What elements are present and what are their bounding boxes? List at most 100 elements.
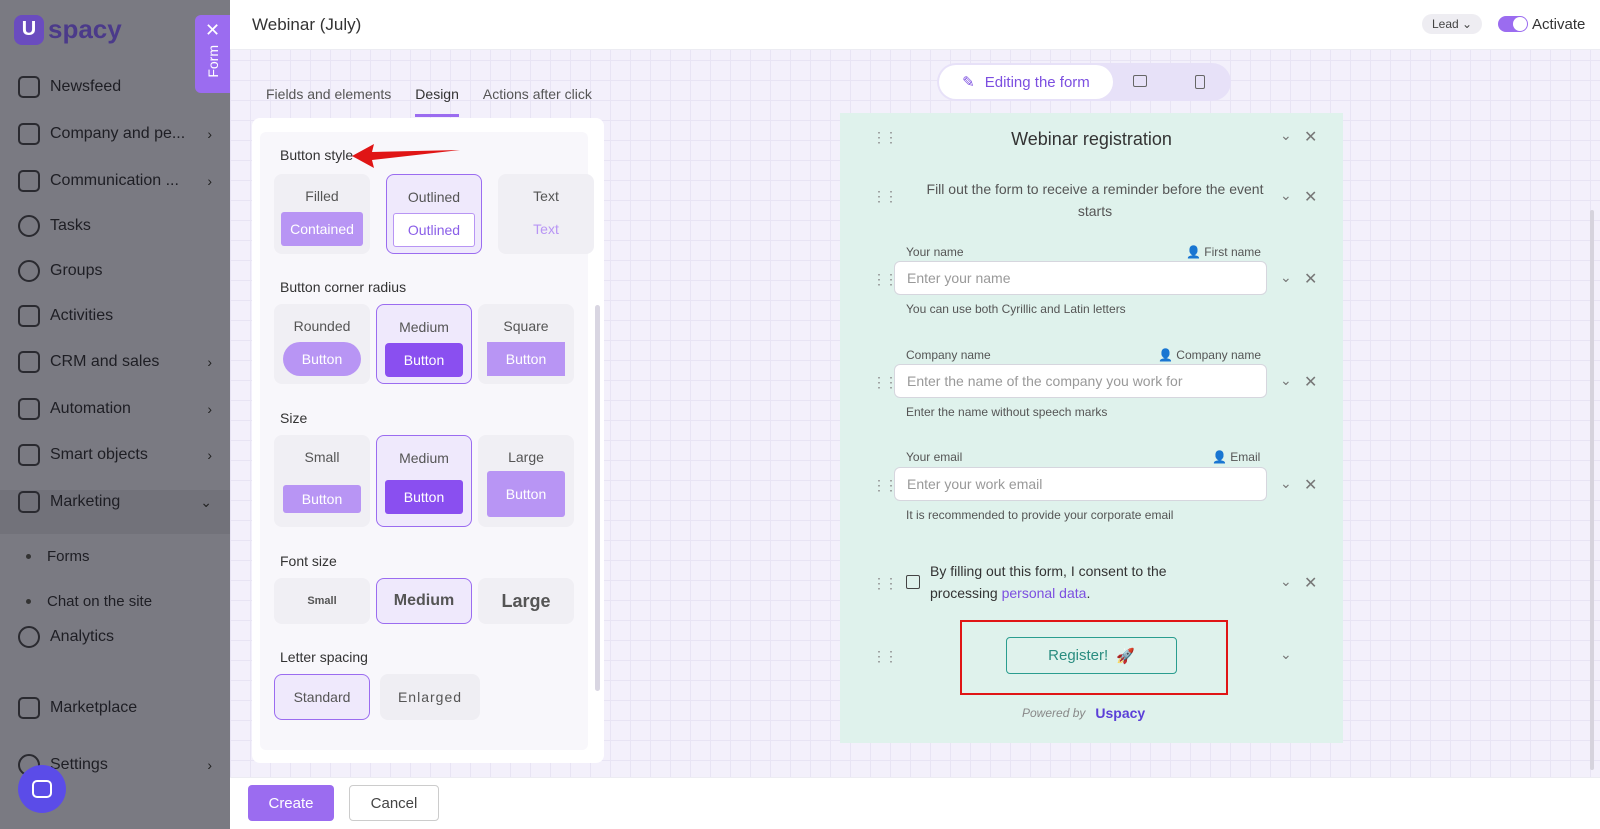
sidebar-item-label: Marketplace (50, 699, 138, 716)
size-option-medium[interactable]: Medium Button (376, 435, 472, 527)
chevron-right-icon: › (207, 126, 212, 142)
consent-checkbox[interactable] (906, 575, 920, 589)
close-icon[interactable]: ✕ (205, 21, 220, 39)
uspacy-logo: Uspacy (1095, 705, 1146, 721)
button-style-title: Button style (280, 147, 354, 163)
style-option-text[interactable]: Text Text (498, 174, 594, 254)
sidebar-item-marketplace[interactable]: Marketplace (18, 697, 218, 719)
close-icon[interactable]: ✕ (1304, 269, 1317, 289)
chevron-right-icon: › (207, 447, 212, 463)
drag-handle-icon[interactable]: ⋮⋮ (872, 575, 898, 592)
chevron-down-icon[interactable]: ⌄ (1280, 269, 1292, 286)
drag-handle-icon[interactable]: ⋮⋮ (872, 477, 898, 494)
company-input[interactable]: Enter the name of the company you work f… (894, 364, 1267, 398)
register-button[interactable]: Register! 🚀 (1006, 637, 1177, 674)
radius-option-medium[interactable]: Medium Button (376, 304, 472, 384)
radius-option-square[interactable]: Square Button (478, 304, 574, 384)
sidebar-item-communication[interactable]: Communication ... › (18, 170, 218, 192)
logo-mark: U (14, 14, 44, 45)
sidebar-subitem-chat[interactable]: Chat on the site (26, 593, 152, 610)
desktop-icon[interactable] (1133, 75, 1147, 87)
tab-actions[interactable]: Actions after click (483, 86, 592, 117)
panel-scrollbar[interactable] (595, 305, 600, 691)
mobile-icon[interactable] (1195, 75, 1205, 89)
drag-handle-icon[interactable]: ⋮⋮ (872, 648, 898, 665)
sidebar-item-tasks[interactable]: Tasks (18, 215, 218, 237)
consent-text: By filling out this form, I consent to t… (930, 560, 1230, 604)
field-mapping-text: Company name (1176, 348, 1262, 362)
main-area: Webinar (July) Lead ⌄ Activate Fields an… (230, 0, 1600, 829)
chevron-down-icon[interactable]: ⌄ (1280, 187, 1292, 204)
demo-button: Button (283, 342, 361, 376)
spacing-option-enlarged[interactable]: Enlarged (380, 674, 480, 720)
sidebar-item-automation[interactable]: Automation › (18, 398, 218, 420)
store-icon (18, 697, 40, 719)
font-size-option-small[interactable]: Small (274, 578, 370, 624)
sidebar-item-newsfeed[interactable]: Newsfeed (18, 76, 218, 98)
cancel-button[interactable]: Cancel (349, 785, 439, 821)
mode-editing[interactable]: ✎ Editing the form (939, 65, 1113, 99)
sidebar-item-company[interactable]: Company and pe... › (18, 123, 218, 145)
radius-option-rounded[interactable]: Rounded Button (274, 304, 370, 384)
sidebar-item-groups[interactable]: Groups (18, 260, 218, 282)
field-hint: Enter the name without speech marks (906, 405, 1108, 419)
size-option-large[interactable]: Large Button (478, 435, 574, 527)
personal-data-link[interactable]: personal data (1002, 585, 1087, 601)
font-size-option-medium[interactable]: Medium (376, 578, 472, 624)
font-size-option-large[interactable]: Large (478, 578, 574, 624)
option-caption: Outlined (407, 189, 461, 205)
drag-handle-icon[interactable]: ⋮⋮ (872, 374, 898, 391)
create-button[interactable]: Create (248, 785, 334, 821)
spacing-option-standard[interactable]: Standard (274, 674, 370, 720)
style-option-filled[interactable]: Filled Contained (274, 174, 370, 254)
size-option-small[interactable]: Small Button (274, 435, 370, 527)
sidebar-item-analytics[interactable]: Analytics (18, 626, 218, 648)
demo-button: Button (385, 343, 463, 377)
close-icon[interactable]: ✕ (1304, 573, 1317, 593)
sidebar-subitem-forms[interactable]: Forms (26, 548, 90, 565)
sidebar-item-crm[interactable]: CRM and sales › (18, 351, 218, 373)
sidebar-item-activities[interactable]: Activities (18, 305, 218, 327)
tab-fields[interactable]: Fields and elements (266, 86, 391, 117)
close-icon[interactable]: ✕ (1304, 372, 1317, 392)
field-mapping: 👤 Company name (1158, 348, 1261, 362)
field-label: Your name (906, 245, 964, 259)
sidebar-item-label: Groups (50, 262, 103, 279)
email-input[interactable]: Enter your work email (894, 467, 1267, 501)
name-input[interactable]: Enter your name (894, 261, 1267, 295)
chevron-down-icon[interactable]: ⌄ (1280, 372, 1292, 389)
logo[interactable]: U spacy (14, 14, 122, 45)
close-icon[interactable]: ✕ (1304, 187, 1317, 207)
form-title[interactable]: Webinar registration (840, 129, 1343, 150)
chevron-down-icon: ⌄ (200, 493, 212, 510)
chevron-down-icon[interactable]: ⌄ (1280, 127, 1292, 144)
close-icon[interactable]: ✕ (1304, 475, 1317, 495)
option-caption: Small (304, 449, 340, 465)
chevron-down-icon[interactable]: ⌄ (1280, 475, 1292, 492)
chevron-down-icon[interactable]: ⌄ (1280, 646, 1292, 663)
chevron-down-icon: ⌄ (1462, 17, 1473, 31)
letter-spacing-title: Letter spacing (280, 649, 368, 665)
sidebar-item-smart-objects[interactable]: Smart objects › (18, 444, 218, 466)
lead-select-value: Lead (1432, 17, 1459, 31)
drag-handle-icon[interactable]: ⋮⋮ (872, 271, 898, 288)
lead-select[interactable]: Lead ⌄ (1422, 14, 1483, 34)
chevron-down-icon[interactable]: ⌄ (1280, 573, 1292, 590)
activate-toggle[interactable] (1498, 16, 1528, 32)
user-icon: 👤 (1212, 450, 1227, 464)
style-option-outlined[interactable]: Outlined Outlined (386, 174, 482, 254)
support-chat-button[interactable] (18, 765, 66, 813)
drag-handle-icon[interactable]: ⋮⋮ (872, 188, 898, 205)
sidebar-item-label: Newsfeed (50, 78, 122, 95)
sidebar-subitem-label: Chat on the site (47, 593, 153, 610)
tab-design[interactable]: Design (415, 86, 459, 117)
home-icon (18, 76, 40, 98)
option-caption: Text (533, 188, 559, 204)
main-scrollbar[interactable] (1590, 210, 1594, 770)
edit-icon: ✎ (962, 74, 975, 91)
sidebar-item-marketing[interactable]: Marketing ⌄ (18, 491, 218, 513)
users-icon (18, 260, 40, 282)
form-side-tab[interactable]: ✕ Form (195, 15, 230, 93)
form-subtitle[interactable]: Fill out the form to receive a reminder … (910, 178, 1280, 222)
close-icon[interactable]: ✕ (1304, 127, 1317, 147)
